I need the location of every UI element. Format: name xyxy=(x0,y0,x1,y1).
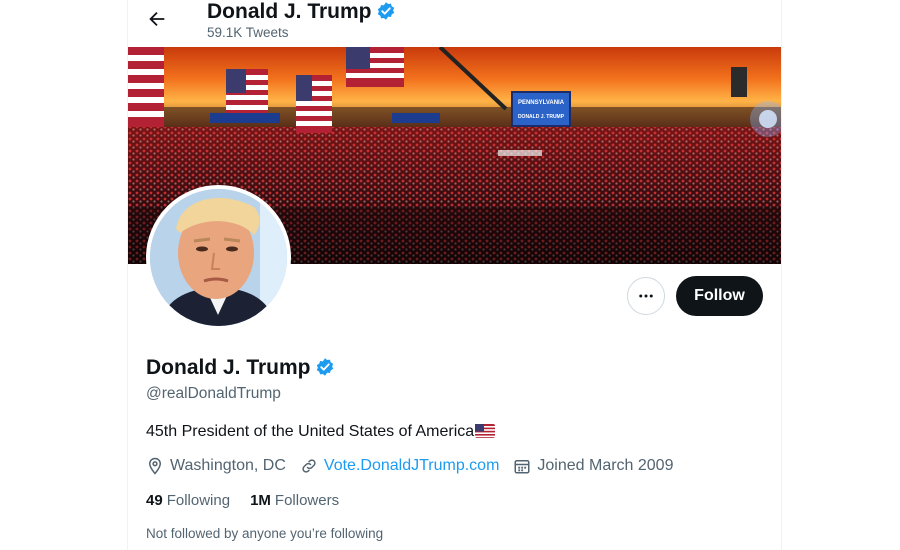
following-count: 49 xyxy=(146,492,163,509)
profile-meta: Washington, DC Vote.DonaldJTrump.com Joi… xyxy=(146,457,687,475)
profile-bio-text: 45th President of the United States of A… xyxy=(146,423,475,440)
website-link[interactable]: Vote.DonaldJTrump.com xyxy=(324,457,499,475)
followed-by-note: Not followed by anyone you’re following xyxy=(146,526,384,541)
banner-screen-line2: DONALD J. TRUMP xyxy=(518,114,565,120)
flag-left xyxy=(128,47,164,127)
joined-text: Joined March 2009 xyxy=(537,457,674,474)
location-item: Washington, DC xyxy=(146,457,286,475)
verified-badge-icon xyxy=(316,358,333,376)
us-flag-icon xyxy=(475,424,496,438)
profile-name-text: Donald J. Trump xyxy=(146,356,311,379)
ellipsis-icon xyxy=(639,294,653,298)
profile-handle: @realDonaldTrump xyxy=(146,385,281,402)
joined-item: Joined March 2009 xyxy=(513,457,673,475)
link-icon xyxy=(302,459,316,473)
followers-count: 1M xyxy=(250,492,271,509)
more-options-button[interactable] xyxy=(627,277,665,315)
follow-button[interactable]: Follow xyxy=(676,276,763,316)
following-link[interactable]: 49 Following xyxy=(146,492,230,509)
profile-name: Donald J. Trump xyxy=(146,356,335,380)
tweet-count: 59.1K Tweets xyxy=(207,25,289,40)
avatar-portrait-image xyxy=(150,189,287,326)
followers-label: Followers xyxy=(274,492,340,509)
header-title: Donald J. Trump xyxy=(207,0,396,24)
following-label: Following xyxy=(166,492,231,509)
banner-screen-line1: PENNSYLVANIA xyxy=(518,100,565,106)
banner-screen: PENNSYLVANIA DONALD J. TRUMP xyxy=(511,91,571,127)
location-pin-icon xyxy=(148,457,162,475)
website-item[interactable]: Vote.DonaldJTrump.com xyxy=(300,457,499,475)
calendar-icon xyxy=(514,460,530,474)
top-bar: Donald J. Trump 59.1K Tweets xyxy=(128,0,781,47)
header-title-text: Donald J. Trump xyxy=(207,0,372,23)
profile-column: Donald J. Trump 59.1K Tweets PENNSYLVANI… xyxy=(127,0,782,550)
followers-link[interactable]: 1M Followers xyxy=(250,492,339,509)
back-arrow-icon[interactable] xyxy=(146,8,168,30)
profile-avatar[interactable] xyxy=(146,185,291,330)
follow-stats: 49 Following 1M Followers xyxy=(146,492,359,509)
verified-badge-icon xyxy=(377,2,394,20)
location-text: Washington, DC xyxy=(170,457,286,474)
profile-bio: 45th President of the United States of A… xyxy=(146,423,496,441)
